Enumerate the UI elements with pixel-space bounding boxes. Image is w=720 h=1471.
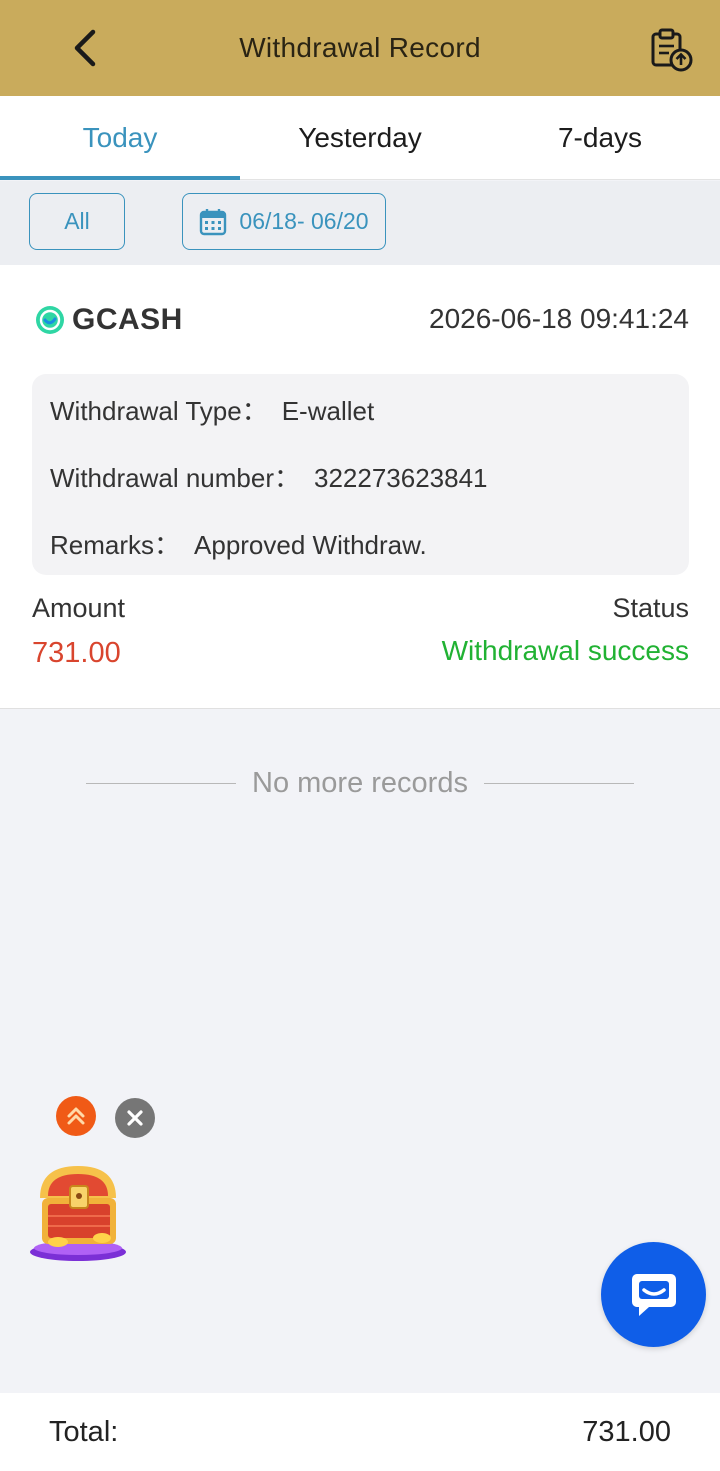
withdrawal-record-card[interactable]: GCASH 2026-06-18 09:41:24 Withdrawal Typ… xyxy=(0,265,720,709)
double-chevron-up-icon xyxy=(67,1107,85,1125)
no-more-records-text: No more records xyxy=(252,766,468,799)
end-of-list-divider: No more records xyxy=(86,765,634,801)
filter-bar: All 06/18- 06/20 xyxy=(0,181,720,265)
amount-label: Amount xyxy=(32,593,126,623)
total-label: Total: xyxy=(49,1415,119,1448)
treasure-chest-icon xyxy=(30,1166,126,1261)
amount-value: 731.00 xyxy=(32,637,121,669)
filter-all-button[interactable]: All xyxy=(29,193,125,250)
withdrawal-type-label: Withdrawal Type： xyxy=(50,396,268,426)
withdrawal-type-value: E-wallet xyxy=(281,396,375,426)
chat-bubble-icon xyxy=(631,1273,676,1316)
withdrawal-number-value: 322273623841 xyxy=(313,463,488,493)
remarks-row: Remarks： Approved Withdraw. xyxy=(50,525,427,562)
withdrawal-number-label: Withdrawal number： xyxy=(50,463,300,493)
customer-service-chat-button[interactable] xyxy=(601,1242,706,1347)
date-range-label: 06/18- 06/20 xyxy=(239,208,369,234)
tab-today[interactable]: Today xyxy=(0,96,240,180)
record-timestamp: 2026-06-18 09:41:24 xyxy=(429,303,689,334)
record-export-button[interactable] xyxy=(646,24,698,76)
withdrawal-type-row: Withdrawal Type： E-wallet xyxy=(50,391,374,428)
brand-name: GCASH xyxy=(72,303,183,336)
total-value: 731.00 xyxy=(582,1415,671,1448)
calendar-icon xyxy=(200,208,227,235)
clipboard-upload-icon xyxy=(651,28,693,72)
status-label: Status xyxy=(612,593,689,623)
date-range-button[interactable]: 06/18- 06/20 xyxy=(182,193,386,250)
remarks-label: Remarks： xyxy=(50,530,181,560)
remarks-value: Approved Withdraw. xyxy=(194,530,427,560)
gcash-logo-icon xyxy=(36,306,64,334)
payment-brand: GCASH xyxy=(35,303,183,337)
divider-line-left xyxy=(86,782,237,784)
divider-line-right xyxy=(483,782,634,784)
status-value: Withdrawal success xyxy=(441,635,689,666)
tab-yesterday[interactable]: Yesterday xyxy=(240,96,480,179)
chevron-left-icon xyxy=(74,29,96,67)
page-title: Withdrawal Record xyxy=(239,32,481,63)
date-tabs: Today Yesterday 7-days xyxy=(0,96,720,180)
expand-promo-button[interactable] xyxy=(56,1096,96,1136)
close-promo-button[interactable] xyxy=(115,1098,155,1138)
withdrawal-number-row: Withdrawal number： 322273623841 xyxy=(50,458,488,495)
tab-7-days[interactable]: 7-days xyxy=(480,96,720,179)
close-icon xyxy=(127,1110,143,1126)
back-button[interactable] xyxy=(62,22,110,74)
total-bar: Total: 731.00 xyxy=(0,1393,720,1471)
top-bar: Withdrawal Record xyxy=(0,0,720,96)
record-details-panel: Withdrawal Type： E-wallet Withdrawal numb… xyxy=(32,374,689,575)
treasure-chest-promo[interactable] xyxy=(28,1158,130,1264)
